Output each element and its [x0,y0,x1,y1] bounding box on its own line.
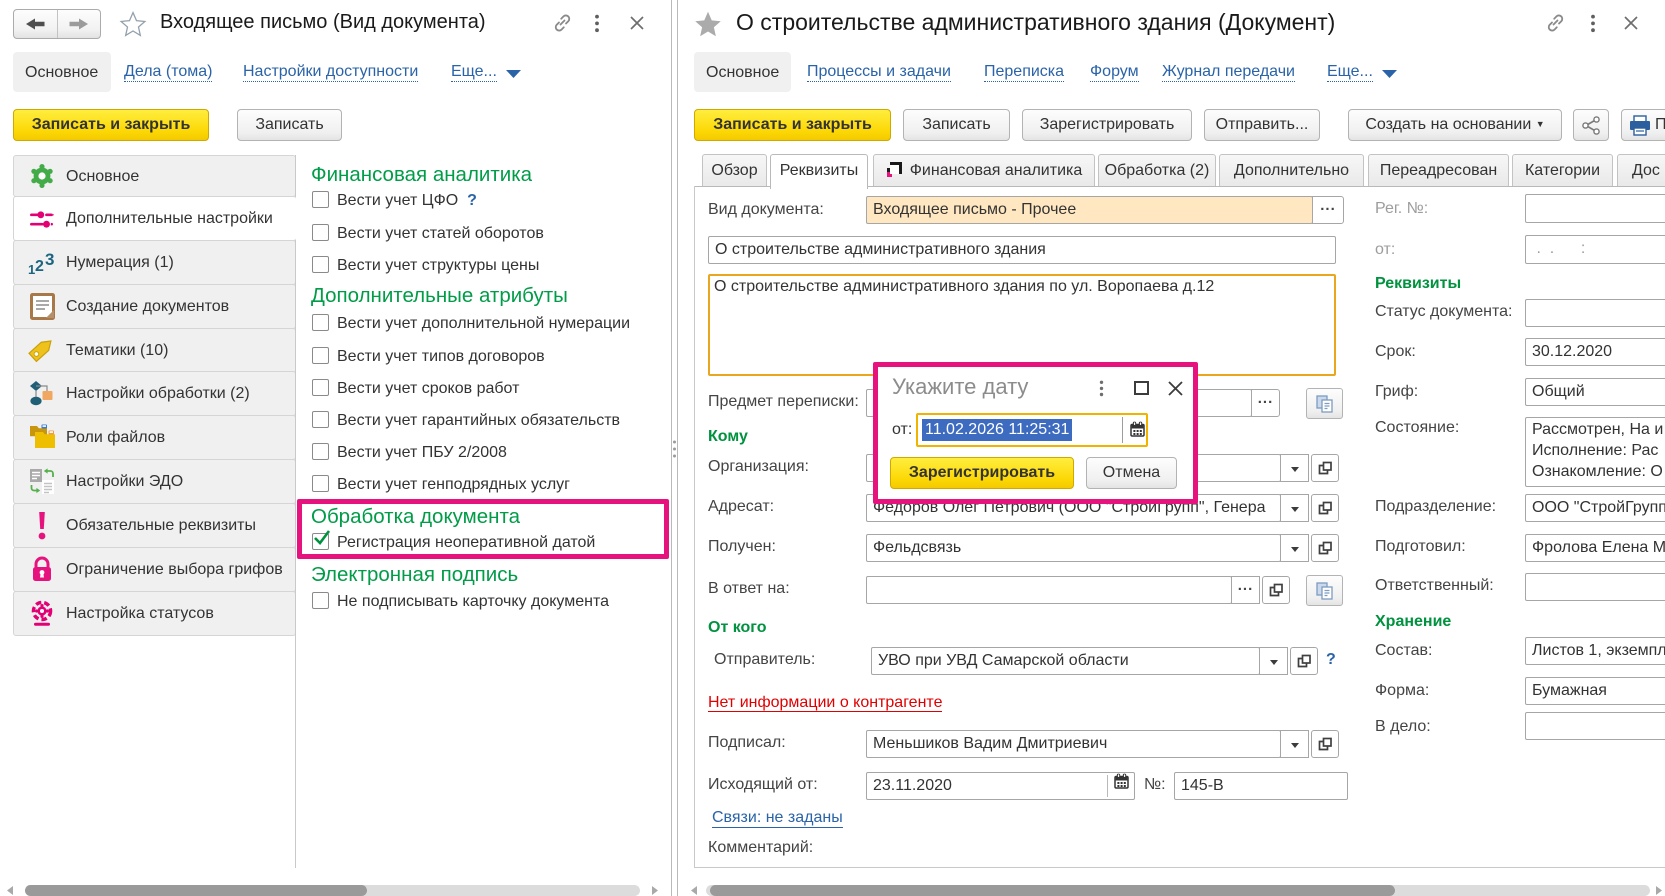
svg-text:2: 2 [35,258,44,275]
svg-text:3: 3 [45,250,54,269]
